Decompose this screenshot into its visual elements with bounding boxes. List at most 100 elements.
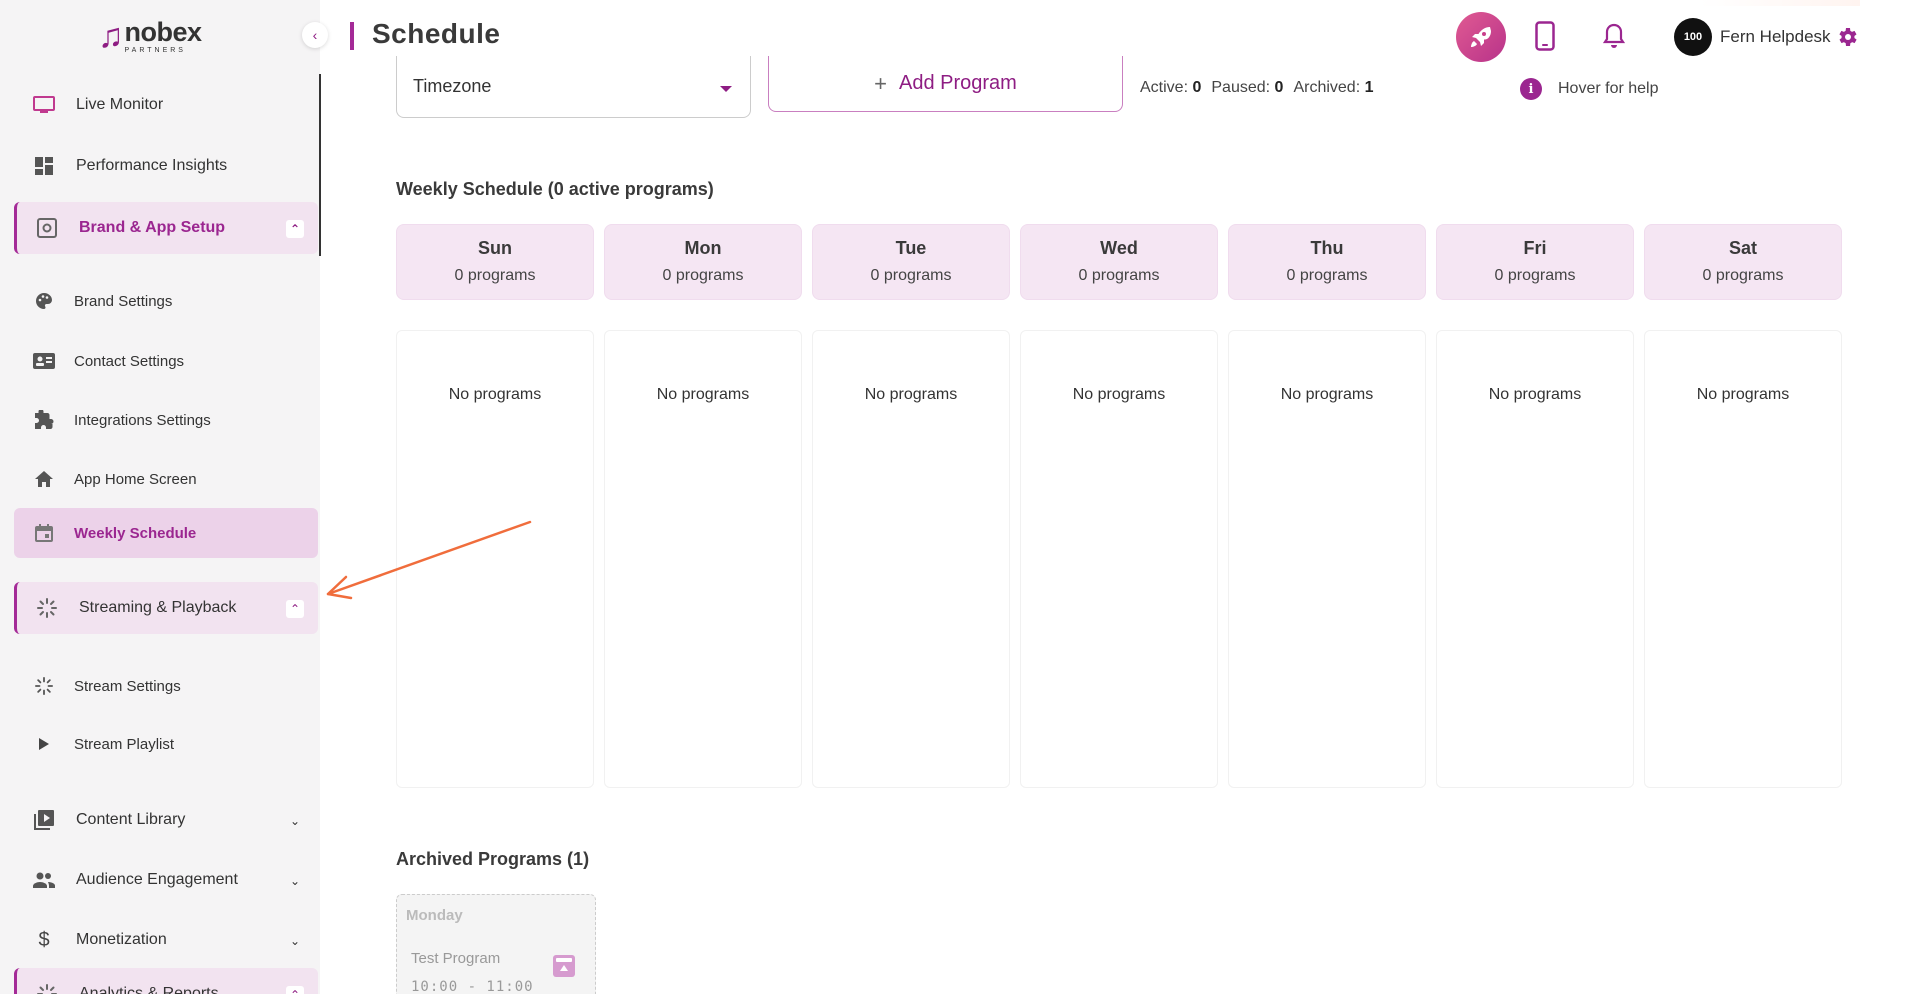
timezone-select[interactable]: Timezone <box>396 56 751 118</box>
sparkle-icon <box>30 677 58 695</box>
chevron-up-icon[interactable]: ⌃ <box>286 986 304 994</box>
settings-button[interactable] <box>1832 22 1862 52</box>
day-column-mon[interactable]: No programs <box>604 330 802 788</box>
logo-mark-icon: ♫ <box>98 17 124 55</box>
archived-program-name: Test Program <box>411 950 501 967</box>
day-header-sun: Sun 0 programs <box>396 224 594 300</box>
day-column-fri[interactable]: No programs <box>1436 330 1634 788</box>
archived-programs-title: Archived Programs (1) <box>396 849 590 869</box>
day-column-tue[interactable]: No programs <box>812 330 1010 788</box>
launch-button[interactable] <box>1456 12 1506 62</box>
sidebar-item-contact-settings[interactable]: Contact Settings <box>14 337 318 385</box>
sidebar-item-label: Stream Playlist <box>74 735 175 753</box>
sidebar-item-performance-insights[interactable]: Performance Insights <box>14 141 318 191</box>
calendar-icon <box>30 524 58 542</box>
day-name: Mon <box>684 238 722 258</box>
sidebar-section-streaming-playback[interactable]: Streaming & Playback ⌃ <box>14 582 318 634</box>
day-header-fri: Fri 0 programs <box>1436 224 1634 300</box>
sidebar-item-label: Brand Settings <box>74 292 173 310</box>
play-icon <box>30 737 58 751</box>
day-header-thu: Thu 0 programs <box>1228 224 1426 300</box>
empty-state-text: No programs <box>1280 386 1374 403</box>
day-name: Wed <box>1100 238 1138 258</box>
logo-text: nobex <box>124 16 203 47</box>
sidebar-item-brand-settings[interactable]: Brand Settings <box>14 277 318 325</box>
page-title: Schedule <box>372 18 501 49</box>
contact-card-icon <box>30 353 58 369</box>
day-program-count: 0 programs <box>1494 267 1576 284</box>
sidebar-item-label: Streaming & Playback <box>79 599 237 616</box>
sidebar-item-label: Content Library <box>76 811 186 828</box>
nobex-logo[interactable]: ♫ nobex PARTNERS <box>98 14 202 58</box>
archived-program-card[interactable]: Monday Test Program 10:00 - 11:00 <box>396 894 596 994</box>
chevron-down-icon[interactable]: ⌄ <box>286 872 304 890</box>
sidebar-item-integrations-settings[interactable]: Integrations Settings <box>14 396 318 444</box>
archived-program-day: Monday <box>406 907 463 924</box>
people-icon <box>30 872 58 888</box>
archived-count: Archived: 1 <box>1293 79 1374 96</box>
day-program-count: 0 programs <box>1702 267 1784 284</box>
sidebar-section-monetization[interactable]: $ Monetization ⌄ <box>14 914 318 966</box>
dashboard-icon <box>30 157 58 175</box>
sidebar-item-stream-playlist[interactable]: Stream Playlist <box>14 720 318 768</box>
day-name: Tue <box>895 238 927 258</box>
day-header-tue: Tue 0 programs <box>812 224 1010 300</box>
sidebar-item-label: Analytics & Reports <box>79 985 219 994</box>
header-accent-decoration <box>1700 0 1860 6</box>
chevron-up-icon[interactable]: ⌃ <box>286 600 304 618</box>
weekly-schedule-title: Weekly Schedule (0 active programs) <box>396 179 714 199</box>
chevron-down-icon[interactable]: ⌄ <box>286 812 304 830</box>
dollar-icon: $ <box>38 928 50 951</box>
sidebar-section-brand-app-setup[interactable]: Brand & App Setup ⌃ <box>14 202 318 254</box>
day-program-count: 0 programs <box>454 267 536 284</box>
chevron-down-icon[interactable]: ⌄ <box>286 932 304 950</box>
phone-icon <box>1535 21 1555 51</box>
sidebar-item-app-home-screen[interactable]: App Home Screen <box>14 455 318 503</box>
mobile-preview-button[interactable] <box>1532 18 1558 54</box>
info-icon: i <box>1520 78 1542 100</box>
day-header-mon: Mon 0 programs <box>604 224 802 300</box>
day-column-sun[interactable]: No programs <box>396 330 594 788</box>
app-root: ♫ nobex PARTNERS ‹ Live Monitor Performa… <box>0 0 1920 994</box>
day-name: Thu <box>1310 238 1344 258</box>
sidebar-item-live-monitor[interactable]: Live Monitor <box>14 80 318 130</box>
day-program-count: 0 programs <box>1078 267 1160 284</box>
day-program-count: 0 programs <box>662 267 744 284</box>
sidebar-section-content-library[interactable]: Content Library ⌄ <box>14 794 318 846</box>
settings-box-icon <box>33 218 61 238</box>
video-library-icon <box>30 810 58 830</box>
sidebar-item-stream-settings[interactable]: Stream Settings <box>14 662 318 710</box>
sidebar-item-weekly-schedule[interactable]: Weekly Schedule <box>14 508 318 558</box>
day-column-sat[interactable]: No programs <box>1644 330 1842 788</box>
collapse-sidebar-button[interactable]: ‹ <box>302 22 328 48</box>
sidebar-item-label: Live Monitor <box>76 96 164 113</box>
empty-state-text: No programs <box>1696 386 1790 403</box>
sidebar-item-label: Weekly Schedule <box>74 524 197 542</box>
chevron-up-icon[interactable]: ⌃ <box>286 220 304 238</box>
sidebar-item-label: Contact Settings <box>74 352 185 370</box>
notifications-button[interactable] <box>1600 20 1628 52</box>
sidebar-item-label: Stream Settings <box>74 677 181 695</box>
help-tooltip-trigger[interactable]: i Hover for help <box>1520 78 1659 100</box>
sidebar-item-label: App Home Screen <box>74 470 197 488</box>
user-menu[interactable]: 100 Fern Helpdesk <box>1674 18 1831 56</box>
bell-icon <box>1603 23 1625 48</box>
sidebar-item-label: Audience Engagement <box>76 871 238 888</box>
day-name: Fri <box>1523 238 1547 258</box>
empty-state-text: No programs <box>656 386 750 403</box>
add-program-button[interactable]: + Add Program <box>768 56 1123 112</box>
day-name: Sat <box>1728 238 1757 258</box>
sidebar-item-label: Brand & App Setup <box>79 219 226 236</box>
day-column-wed[interactable]: No programs <box>1020 330 1218 788</box>
sidebar-section-analytics-reports[interactable]: Analytics & Reports ⌃ <box>14 968 318 994</box>
day-program-count: 0 programs <box>1286 267 1368 284</box>
unarchive-icon[interactable] <box>553 955 575 977</box>
sidebar-section-audience-engagement[interactable]: Audience Engagement ⌄ <box>14 854 318 906</box>
home-icon <box>30 471 58 487</box>
empty-state-text: No programs <box>448 386 542 403</box>
user-name: Fern Helpdesk <box>1720 27 1831 46</box>
sidebar-item-label: Performance Insights <box>76 157 228 174</box>
puzzle-icon <box>30 410 58 430</box>
day-column-thu[interactable]: No programs <box>1228 330 1426 788</box>
empty-state-text: No programs <box>864 386 958 403</box>
